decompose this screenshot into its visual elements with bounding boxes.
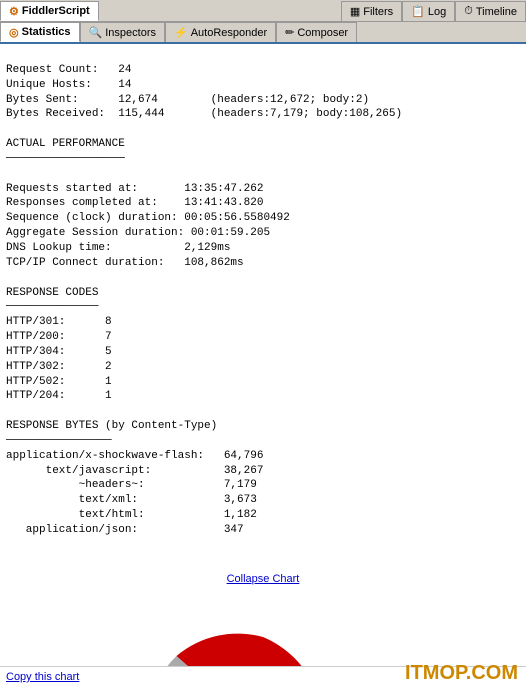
tab-row-2: ◎ Statistics 🔍 Inspectors ⚡ AutoResponde… [0,22,526,44]
segment-xml [177,634,264,666]
fiddlerscript-icon: ⚙ [9,5,19,18]
tab-timeline[interactable]: ⏱ Timeline [455,1,526,21]
tab-filters-label: Filters [363,6,393,18]
stats-text: Request Count: 24 Unique Hosts: 14 Bytes… [6,64,402,536]
tab-filters[interactable]: ▦ Filters [341,1,402,21]
tab-row-1: ⚙ FiddlerScript ▦ Filters 📋 Log ⏱ Timeli… [0,0,526,22]
inspectors-icon: 🔍 [89,26,103,39]
tab-fiddlerscript-label: FiddlerScript [22,5,90,17]
tab-inspectors[interactable]: 🔍 Inspectors [80,22,165,42]
tab-log-label: Log [428,6,446,18]
tab-composer-label: Composer [297,27,348,39]
pie-chart: x-shockwave-flash javascript ~headers~ h… [133,622,393,666]
collapse-chart-link[interactable]: Collapse Chart [6,572,520,587]
timeline-icon: ⏱ [464,5,473,18]
statistics-icon: ◎ [9,26,19,39]
tab-statistics-label: Statistics [22,26,71,38]
tab-timeline-label: Timeline [476,6,517,18]
label-flash: x-shockwave-flash [327,624,386,666]
watermark: ITMOP.COM [405,662,518,685]
pie-chart-svg: x-shockwave-flash javascript ~headers~ h… [133,622,393,666]
log-icon: 📋 [411,5,425,18]
tab-fiddlerscript[interactable]: ⚙ FiddlerScript [0,1,99,21]
filters-icon: ▦ [350,5,360,18]
tab-autoresponder-label: AutoResponder [191,27,267,39]
tab-composer[interactable]: ✏ Composer [276,22,357,42]
tab-inspectors-label: Inspectors [105,27,156,39]
tab-autoresponder[interactable]: ⚡ AutoResponder [165,22,276,42]
autoresponder-icon: ⚡ [174,26,188,39]
stats-content: Request Count: 24 Unique Hosts: 14 Bytes… [0,44,526,666]
tab-statistics[interactable]: ◎ Statistics [0,22,80,42]
tab-log[interactable]: 📋 Log [402,1,455,21]
composer-icon: ✏ [285,26,294,39]
